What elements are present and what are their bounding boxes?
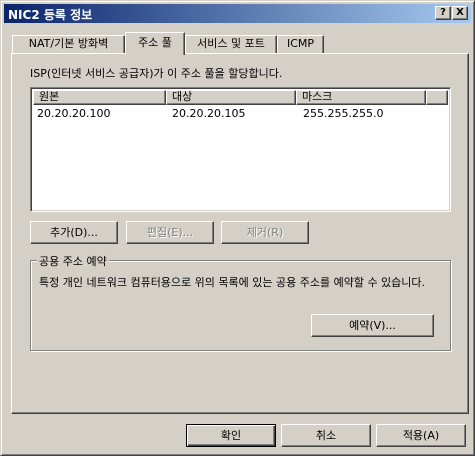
table-row[interactable]: 20.20.20.100 20.20.20.105 255.255.255.0	[33, 106, 448, 121]
remove-button[interactable]: 제거(R)	[221, 221, 309, 244]
help-button[interactable]: ?	[435, 6, 451, 20]
edit-button[interactable]: 편집(E)...	[126, 221, 214, 244]
reserve-button[interactable]: 예약(V)...	[311, 314, 434, 337]
title-bar: NIC2 등록 정보 ? X	[4, 4, 471, 23]
cell-from: 20.20.20.100	[37, 107, 111, 120]
column-header-mask[interactable]: 마스크	[296, 90, 426, 105]
column-header-filler	[426, 90, 448, 105]
close-button[interactable]: X	[452, 6, 468, 20]
ok-button[interactable]: 확인	[186, 424, 276, 447]
cancel-button[interactable]: 취소	[281, 424, 371, 447]
apply-button[interactable]: 적용(A)	[376, 424, 466, 447]
tab-nat-firewall[interactable]: NAT/기본 방화벽	[12, 35, 125, 54]
cell-mask: 255.255.255.0	[303, 107, 384, 120]
cell-to: 20.20.20.105	[172, 107, 246, 120]
reservation-description: 특정 개인 네트워크 컴퓨터용으로 위의 목록에 있는 공용 주소를 예약할 수…	[39, 276, 426, 289]
tab-icmp[interactable]: ICMP	[277, 35, 324, 54]
column-header-from[interactable]: 원본	[33, 90, 166, 105]
reservation-title: 공용 주소 예약	[37, 253, 109, 269]
tab-strip: NAT/기본 방화벽 주소 풀 서비스 및 포트 ICMP	[10, 32, 470, 55]
properties-dialog: NIC2 등록 정보 ? X NAT/기본 방화벽 주소 풀 서비스 및 포트 …	[0, 0, 475, 456]
tab-address-pool[interactable]: 주소 풀	[125, 32, 185, 55]
reservation-groupbox: 공용 주소 예약 특정 개인 네트워크 컴퓨터용으로 위의 목록에 있는 공용 …	[30, 253, 451, 351]
address-pool-panel: ISP(인터넷 서비스 공급자)가 이 주소 풀을 할당합니다. 원본 대상 마…	[11, 53, 469, 414]
window-title: NIC2 등록 정보	[8, 8, 93, 22]
add-button[interactable]: 추가(D)...	[30, 221, 118, 244]
list-header: 원본 대상 마스크	[33, 90, 448, 105]
column-header-to[interactable]: 대상	[166, 90, 296, 105]
pool-description: ISP(인터넷 서비스 공급자)가 이 주소 풀을 할당합니다.	[30, 67, 283, 80]
tab-services-ports[interactable]: 서비스 및 포트	[185, 35, 277, 54]
address-pool-list[interactable]: 원본 대상 마스크 20.20.20.100 20.20.20.105 255.…	[30, 87, 451, 212]
